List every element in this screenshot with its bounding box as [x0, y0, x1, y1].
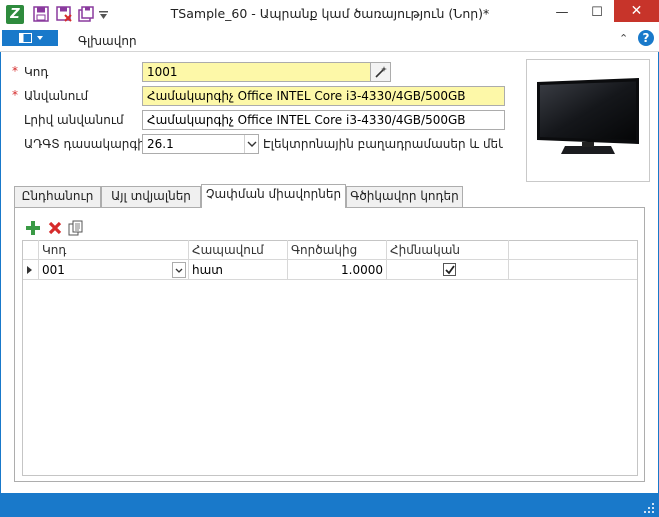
chevron-down-icon — [37, 36, 43, 40]
required-marker: * — [12, 88, 18, 102]
tab-measure-units[interactable]: Չափման միավորներ — [201, 184, 346, 208]
column-header-coef[interactable]: Գործակից — [288, 240, 387, 260]
table-row-cell-coef[interactable]: 1.0000 — [288, 260, 387, 280]
tab-general[interactable]: Ընդհանուր — [14, 186, 101, 207]
classifier-value: 26.1 — [147, 137, 174, 151]
app-logo-icon: Z — [6, 5, 24, 24]
column-header-filler — [509, 240, 637, 260]
minimize-button[interactable]: — — [545, 0, 579, 26]
delete-x-icon[interactable] — [48, 221, 62, 235]
window-title: TSample_60 - Ապրանք կամ ծառայություն (Նո… — [170, 6, 490, 21]
required-marker: * — [12, 64, 18, 78]
wand-icon — [375, 66, 387, 78]
chevron-down-icon — [247, 141, 257, 147]
classifier-dropdown-button[interactable] — [244, 135, 258, 153]
cell-code-value: 001 — [42, 263, 65, 277]
maximize-button[interactable]: ☐ — [580, 0, 614, 26]
save-icon[interactable] — [33, 6, 49, 22]
copy-icon[interactable] — [68, 220, 83, 236]
fullname-field[interactable]: Համակարգիչ Office INTEL Core i3-4330/4GB… — [142, 110, 505, 130]
table-row-cell-main[interactable] — [387, 260, 509, 280]
tab-other-data[interactable]: Այլ տվյալներ — [101, 186, 201, 207]
tab-barcodes[interactable]: Գծիկավոր կոդեր — [346, 186, 463, 207]
classifier-select[interactable]: 26.1 — [142, 134, 259, 154]
row-pointer-icon — [27, 266, 32, 274]
table-row-filler — [509, 260, 637, 280]
table-row-cell-abbr[interactable]: հատ — [189, 260, 288, 280]
code-label: Կոդ — [24, 65, 49, 79]
row-indicator[interactable] — [23, 260, 39, 280]
ribbon-tab-main[interactable]: Գլխավոր — [78, 34, 137, 48]
cell-abbr-value: հատ — [192, 263, 223, 277]
column-header-abbr[interactable]: Հապավում — [189, 240, 288, 260]
classifier-description: Էլեկտրոնային բաղադրամասեր և մեկուս — [263, 137, 503, 151]
cell-coef-value: 1.0000 — [341, 263, 383, 277]
main-unit-checkbox[interactable] — [443, 263, 456, 276]
plus-icon[interactable] — [26, 221, 40, 235]
code-value: 1001 — [147, 65, 178, 79]
table-row-cell-code[interactable]: 001 — [39, 260, 189, 280]
status-bar — [0, 493, 659, 517]
classifier-label: ԱԴԳՏ դասակարգիչ — [24, 137, 150, 151]
code-picker-button[interactable] — [370, 63, 390, 81]
name-value: Համակարգիչ Office INTEL Core i3-4330/4GB… — [147, 89, 466, 103]
close-button[interactable]: ✕ — [614, 0, 659, 22]
tv-image — [537, 78, 639, 154]
name-field[interactable]: Համակարգիչ Office INTEL Core i3-4330/4GB… — [142, 86, 505, 106]
help-icon[interactable]: ? — [638, 30, 654, 46]
name-label: Անվանում — [24, 89, 89, 103]
chevron-down-icon — [175, 268, 183, 273]
row-indicator-header — [23, 240, 39, 260]
fullname-value: Համակարգիչ Office INTEL Core i3-4330/4GB… — [147, 113, 466, 127]
panel-icon — [19, 33, 32, 43]
column-header-code[interactable]: Կոդ — [39, 240, 189, 260]
save-close-icon[interactable] — [56, 6, 72, 22]
customize-toolbar-icon[interactable] — [99, 11, 108, 20]
application-menu-button[interactable] — [2, 30, 58, 46]
code-field[interactable]: 1001 — [142, 62, 391, 82]
fullname-label: Լրիվ անվանում — [24, 113, 124, 127]
product-image[interactable] — [526, 59, 650, 182]
resize-grip-icon[interactable] — [643, 502, 655, 514]
save-new-icon[interactable] — [78, 6, 94, 22]
checkmark-icon — [445, 265, 455, 275]
collapse-ribbon-icon[interactable]: ⌃ — [619, 32, 628, 45]
cell-code-dropdown-button[interactable] — [172, 262, 186, 278]
column-header-main[interactable]: Հիմնական — [387, 240, 509, 260]
